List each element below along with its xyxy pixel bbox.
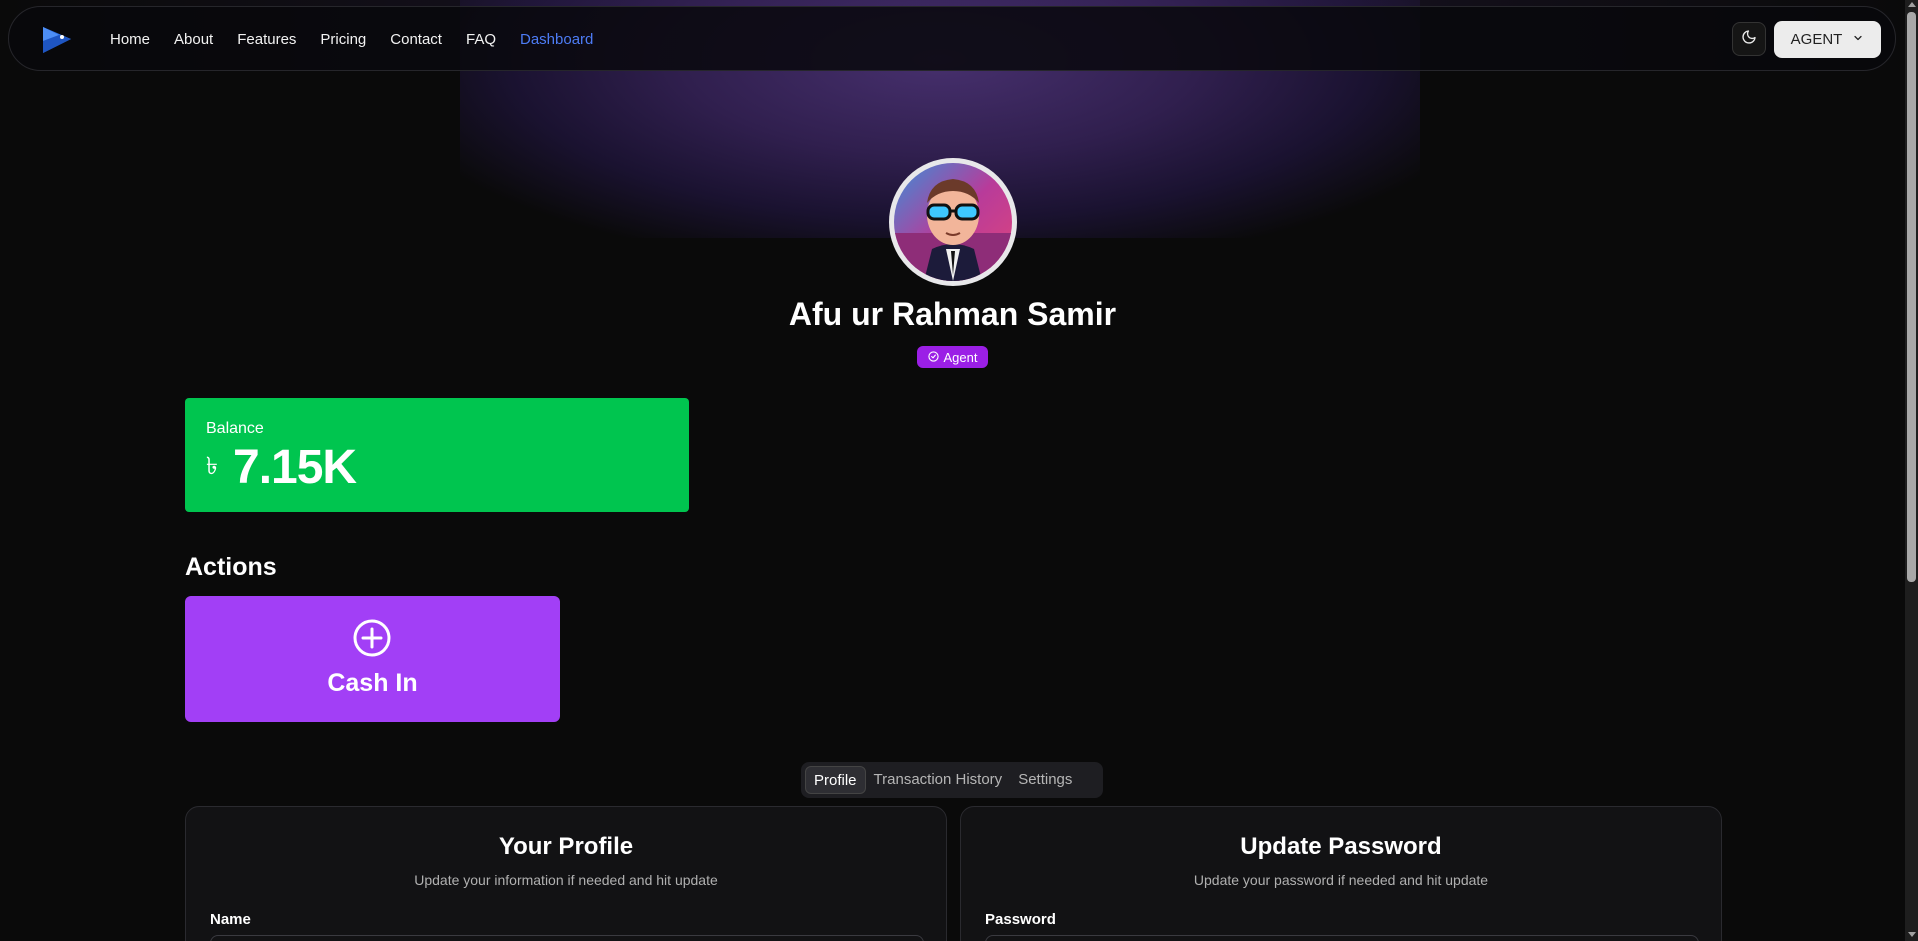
navbar: Home About Features Pricing Contact FAQ … — [8, 6, 1896, 71]
profile-tabs: Profile Transaction History Settings — [801, 762, 1103, 798]
scrollbar-thumb[interactable] — [1907, 12, 1916, 582]
logo-icon[interactable] — [39, 21, 75, 57]
update-password-panel: Update Password Update your password if … — [960, 806, 1722, 941]
nav-link-contact[interactable]: Contact — [390, 31, 442, 48]
scroll-down-arrow-icon[interactable] — [1908, 932, 1916, 937]
role-badge-label: Agent — [943, 349, 978, 365]
nav-links: Home About Features Pricing Contact FAQ … — [110, 7, 617, 72]
password-field[interactable] — [985, 935, 1699, 941]
your-profile-subtitle: Update your information if needed and hi… — [414, 872, 718, 888]
plus-circle-icon — [352, 618, 392, 658]
password-field-label: Password — [985, 911, 1056, 928]
update-password-title: Update Password — [1240, 833, 1442, 860]
user-name: Afu ur Rahman Samir — [788, 296, 1117, 332]
nav-link-dashboard[interactable]: Dashboard — [520, 31, 593, 48]
update-password-subtitle: Update your password if needed and hit u… — [1193, 872, 1489, 888]
your-profile-title: Your Profile — [498, 833, 634, 860]
currency-symbol: ৳ — [206, 453, 218, 480]
role-menu-button[interactable]: AGENT — [1774, 21, 1881, 58]
actions-title: Actions — [185, 553, 277, 581]
balance-amount: 7.15K — [233, 441, 357, 494]
tab-transaction-history[interactable]: Transaction History — [866, 766, 1011, 794]
chevron-down-icon — [1852, 31, 1864, 48]
role-menu-label: AGENT — [1790, 31, 1843, 48]
check-circle-icon — [927, 350, 939, 365]
tab-settings[interactable]: Settings — [1010, 766, 1080, 794]
balance-label: Balance — [206, 420, 264, 437]
dashboard-page: Home About Features Pricing Contact FAQ … — [0, 0, 1918, 941]
avatar — [889, 158, 1017, 286]
name-field[interactable] — [210, 935, 924, 941]
balance-card: Balance ৳ 7.15K — [185, 398, 689, 512]
theme-toggle-button[interactable] — [1732, 22, 1766, 56]
nav-link-features[interactable]: Features — [237, 31, 296, 48]
nav-link-faq[interactable]: FAQ — [466, 31, 496, 48]
nav-link-pricing[interactable]: Pricing — [320, 31, 366, 48]
role-badge: Agent — [917, 346, 988, 368]
cash-in-label: Cash In — [327, 669, 418, 697]
moon-icon — [1741, 29, 1757, 50]
avatar-image — [894, 163, 1012, 281]
your-profile-panel: Your Profile Update your information if … — [185, 806, 947, 941]
scroll-up-arrow-icon[interactable] — [1908, 2, 1916, 7]
nav-link-about[interactable]: About — [174, 31, 213, 48]
nav-link-home[interactable]: Home — [110, 31, 150, 48]
name-field-label: Name — [210, 911, 251, 928]
tab-profile[interactable]: Profile — [805, 766, 866, 794]
cash-in-button[interactable]: Cash In — [185, 596, 560, 722]
